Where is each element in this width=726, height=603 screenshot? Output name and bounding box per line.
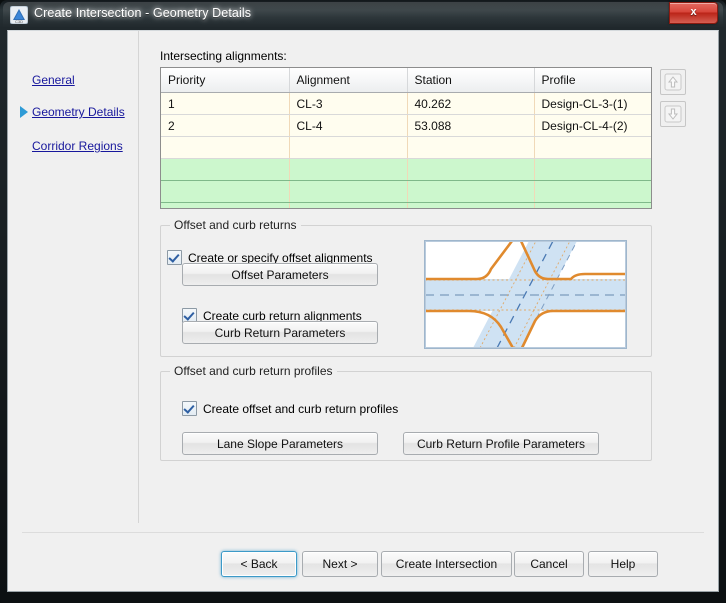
column-header-station[interactable]: Station bbox=[407, 68, 535, 93]
sidebar-item-geometry-details[interactable]: Geometry Details bbox=[32, 105, 125, 119]
close-button[interactable]: x bbox=[669, 2, 718, 24]
column-header-priority[interactable]: Priority bbox=[161, 68, 290, 93]
table-row-empty[interactable] bbox=[161, 202, 651, 208]
svg-text:C3D: C3D bbox=[15, 19, 23, 24]
table-row-empty[interactable] bbox=[161, 180, 651, 203]
cell-station[interactable]: 53.088 bbox=[407, 114, 535, 137]
cell-profile[interactable]: Design-CL-3-(1) bbox=[534, 92, 651, 115]
cell-alignment[interactable]: CL-4 bbox=[289, 114, 408, 137]
table-row[interactable]: 2 CL-4 53.088 Design-CL-4-(2) bbox=[161, 114, 651, 137]
back-button[interactable]: < Back bbox=[221, 551, 297, 577]
title-bar: C3D Create Intersection - Geometry Detai… bbox=[0, 0, 726, 30]
window-frame: C3D Create Intersection - Geometry Detai… bbox=[0, 0, 726, 603]
cell-priority[interactable]: 1 bbox=[161, 92, 290, 115]
cell-station[interactable]: 40.262 bbox=[407, 92, 535, 115]
table-header-row: Priority Alignment Station Profile bbox=[161, 68, 651, 93]
checkbox-icon[interactable] bbox=[167, 250, 182, 265]
intersecting-alignments-label: Intersecting alignments: bbox=[160, 49, 287, 63]
cell-priority[interactable]: 2 bbox=[161, 114, 290, 137]
main-pane: Intersecting alignments: Priority Alignm… bbox=[139, 31, 718, 523]
cancel-button[interactable]: Cancel bbox=[514, 551, 584, 577]
group-legend-profiles: Offset and curb return profiles bbox=[170, 364, 337, 378]
group-legend-offset: Offset and curb returns bbox=[170, 218, 301, 232]
intersection-preview-diagram bbox=[424, 240, 627, 349]
cell-alignment[interactable]: CL-3 bbox=[289, 92, 408, 115]
curb-return-profile-parameters-button[interactable]: Curb Return Profile Parameters bbox=[403, 432, 599, 455]
checkbox-label: Create offset and curb return profiles bbox=[203, 401, 399, 416]
checkbox-create-offset-and-curb-return-profiles[interactable]: Create offset and curb return profiles bbox=[182, 401, 398, 416]
arrow-up-icon bbox=[664, 73, 682, 91]
sidebar-item-general[interactable]: General bbox=[32, 73, 75, 87]
move-down-button[interactable] bbox=[660, 101, 686, 127]
help-button[interactable]: Help bbox=[588, 551, 658, 577]
autocad-civil3d-icon: C3D bbox=[9, 5, 29, 25]
table-row-empty[interactable] bbox=[161, 158, 651, 181]
table-row-empty[interactable] bbox=[161, 136, 651, 159]
arrow-down-icon bbox=[664, 105, 682, 123]
screenshot-root: C3D Create Intersection - Geometry Detai… bbox=[0, 0, 726, 603]
lane-slope-parameters-button[interactable]: Lane Slope Parameters bbox=[182, 432, 378, 455]
dialog-client-area: General Geometry Details Corridor Region… bbox=[7, 30, 719, 592]
column-header-alignment[interactable]: Alignment bbox=[289, 68, 408, 93]
checkbox-icon[interactable] bbox=[182, 401, 197, 416]
row-order-buttons bbox=[660, 69, 686, 133]
table-row[interactable]: 1 CL-3 40.262 Design-CL-3-(1) bbox=[161, 92, 651, 115]
dialog-footer: < Back Next > Create Intersection Cancel… bbox=[8, 533, 718, 591]
next-button[interactable]: Next > bbox=[302, 551, 378, 577]
cell-profile[interactable]: Design-CL-4-(2) bbox=[534, 114, 651, 137]
create-intersection-button[interactable]: Create Intersection bbox=[381, 551, 512, 577]
sidebar-item-corridor-regions[interactable]: Corridor Regions bbox=[32, 139, 123, 153]
move-up-button[interactable] bbox=[660, 69, 686, 95]
offset-parameters-button[interactable]: Offset Parameters bbox=[182, 263, 378, 286]
window-title: Create Intersection - Geometry Details bbox=[34, 6, 252, 20]
column-header-profile[interactable]: Profile bbox=[534, 68, 651, 93]
triangle-right-icon bbox=[20, 106, 28, 118]
wizard-sidebar: General Geometry Details Corridor Region… bbox=[8, 31, 139, 523]
intersecting-alignments-table[interactable]: Priority Alignment Station Profile 1 CL-… bbox=[160, 67, 652, 209]
curb-return-parameters-button[interactable]: Curb Return Parameters bbox=[182, 321, 378, 344]
